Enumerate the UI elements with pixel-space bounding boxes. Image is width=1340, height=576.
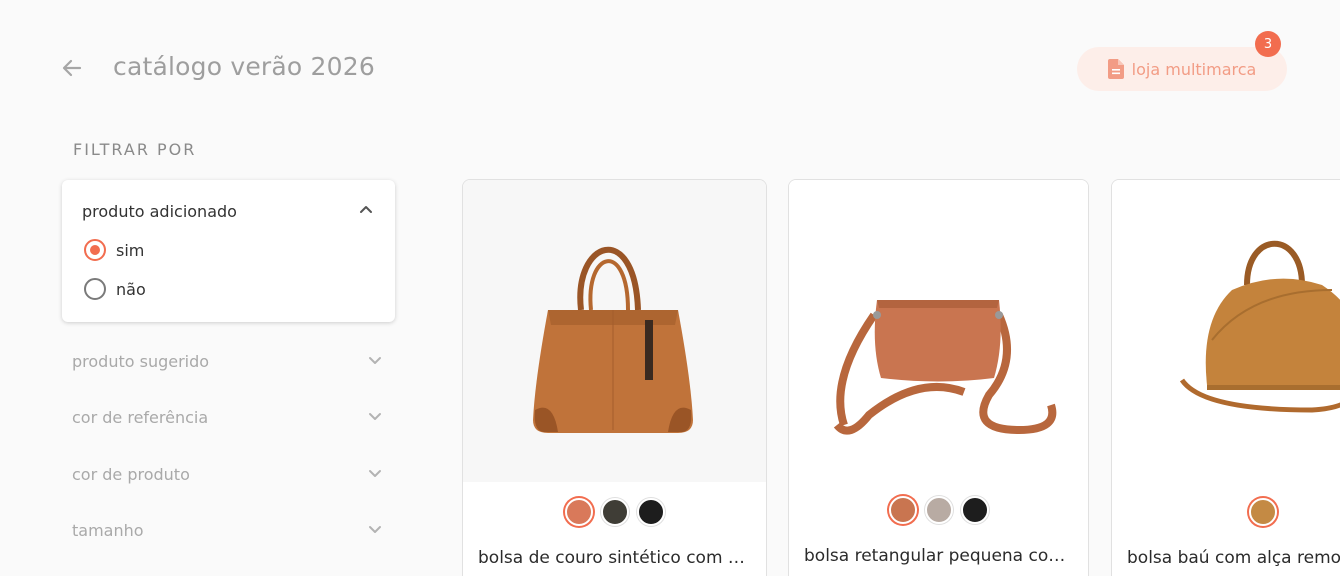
arrow-left-icon: [62, 59, 82, 77]
product-name[interactable]: bolsa de couro sintético com d…: [478, 548, 751, 568]
product-card[interactable]: bolsa retangular pequena com…: [788, 179, 1089, 576]
radio-label: não: [116, 279, 146, 299]
color-swatches: [1112, 498, 1340, 526]
store-button-label: loja multimarca: [1131, 59, 1257, 79]
radio-option-sim[interactable]: sim: [84, 239, 144, 261]
radio-label: sim: [116, 240, 145, 260]
color-swatch[interactable]: [600, 498, 629, 526]
radio-button-selected[interactable]: [84, 239, 106, 261]
filter-label: cor de referência: [72, 407, 209, 427]
color-swatch[interactable]: [924, 496, 953, 524]
color-swatch[interactable]: [564, 498, 593, 526]
filter-label: produto sugerido: [72, 351, 210, 371]
filter-label: cor de produto: [72, 464, 190, 484]
chevron-down-icon: [369, 526, 381, 533]
header: catálogo verão 2026 loja multimarca 3: [0, 0, 1340, 130]
store-button[interactable]: loja multimarca: [1077, 47, 1287, 91]
color-swatch[interactable]: [636, 498, 665, 526]
filter-tamanho[interactable]: tamanho: [72, 515, 382, 545]
radio-option-nao[interactable]: não: [84, 278, 146, 300]
color-swatch[interactable]: [888, 496, 917, 524]
product-name[interactable]: bolsa baú com alça remov: [1127, 548, 1340, 568]
back-button[interactable]: [58, 54, 86, 82]
page-title: catálogo verão 2026: [113, 52, 375, 81]
filter-label: tamanho: [72, 520, 144, 540]
product-image[interactable]: [789, 180, 1088, 482]
product-image[interactable]: [1112, 180, 1340, 482]
product-card[interactable]: bolsa de couro sintético com d…: [462, 179, 767, 576]
color-swatch[interactable]: [1249, 498, 1277, 526]
filter-cor-de-referencia[interactable]: cor de referência: [72, 402, 382, 432]
filter-cor-de-produto[interactable]: cor de produto: [72, 459, 382, 489]
color-swatches: [789, 496, 1088, 524]
filter-produto-sugerido[interactable]: produto sugerido: [72, 346, 382, 376]
product-name[interactable]: bolsa retangular pequena com…: [804, 546, 1073, 566]
filter-heading: FILTRAR POR: [73, 140, 197, 159]
chevron-down-icon: [369, 413, 381, 420]
filter-title: produto adicionado: [82, 202, 237, 221]
cart-count-badge: 3: [1255, 31, 1281, 57]
product-image[interactable]: [463, 180, 766, 482]
color-swatches: [463, 498, 766, 526]
product-card[interactable]: bolsa baú com alça remov: [1111, 179, 1340, 576]
chevron-up-icon[interactable]: [359, 204, 373, 214]
color-swatch[interactable]: [960, 496, 989, 524]
filter-produto-adicionado: produto adicionado sim não: [62, 180, 395, 322]
chevron-down-icon: [369, 357, 381, 364]
document-icon: [1107, 59, 1124, 79]
radio-button[interactable]: [84, 278, 106, 300]
chevron-down-icon: [369, 470, 381, 477]
